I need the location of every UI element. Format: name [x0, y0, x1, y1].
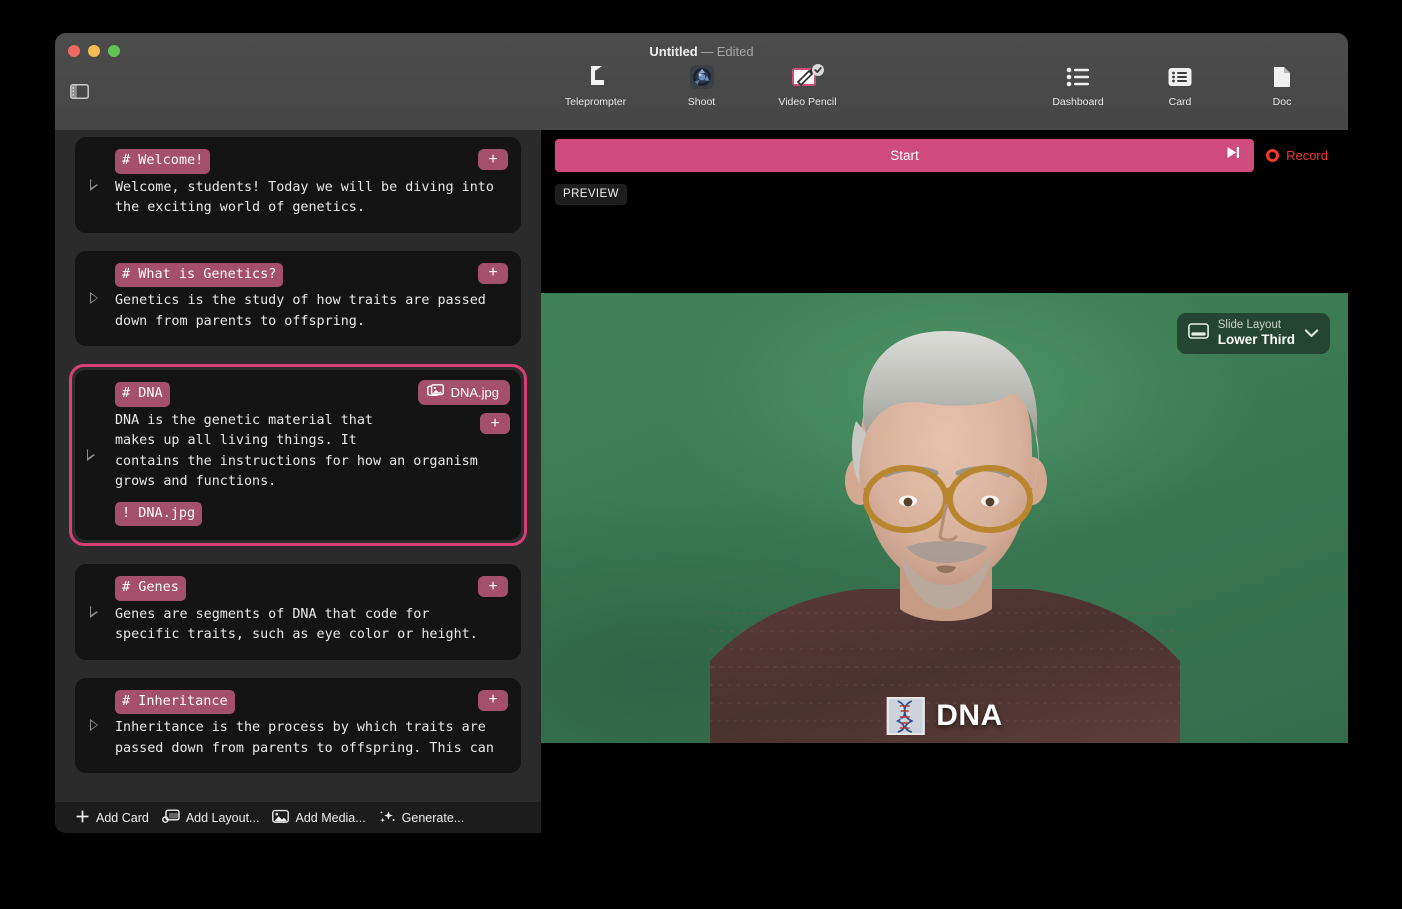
add-element-button[interactable]: +: [478, 576, 508, 597]
card-list-item-selected[interactable]: # DNA DNA is the genetic material that m…: [69, 364, 527, 546]
card-list-item[interactable]: # What is Genetics? Genetics is the stud…: [75, 250, 521, 346]
toolbar-label-card: Card: [1168, 96, 1192, 108]
card-body[interactable]: # Inheritance Inheritance is the process…: [75, 677, 521, 773]
card-heading: # Inheritance: [115, 689, 235, 714]
add-card-button[interactable]: Add Card: [72, 809, 159, 827]
dna-image-thumbnail: [886, 697, 925, 735]
skip-forward-icon: [1226, 146, 1240, 165]
toolbar-label-shoot: Shoot: [687, 96, 716, 108]
generate-label: Generate...: [401, 810, 465, 825]
video-pencil-icon: [791, 63, 825, 91]
add-element-button[interactable]: +: [478, 149, 508, 170]
lower-third-label: DNA: [936, 699, 1003, 732]
dashboard-list-icon: [1066, 63, 1090, 91]
toolbar-label-dashboard: Dashboard: [1052, 96, 1104, 108]
slide-layout-dropdown[interactable]: Slide Layout Lower Third: [1176, 313, 1330, 354]
card-heading: # Welcome!: [115, 149, 211, 174]
toolbar-item-shoot[interactable]: Shoot: [666, 63, 738, 108]
window-title: Untitled — Edited: [55, 44, 1348, 59]
slide-layout-icon: [1187, 323, 1209, 344]
preview-badge: PREVIEW: [555, 184, 627, 205]
window-title-dash: —: [700, 44, 714, 59]
toolbar-label-doc: Doc: [1272, 96, 1292, 108]
card-heading: # DNA: [115, 382, 170, 407]
app-window: Untitled — Edited Teleprompter Shoot Vid…: [55, 33, 1348, 833]
card-heading: # What is Genetics?: [115, 262, 284, 287]
add-element-button[interactable]: +: [478, 262, 508, 284]
slide-layout-text: Slide Layout Lower Third: [1218, 319, 1295, 348]
add-layout-button[interactable]: Add Layout...: [159, 809, 270, 827]
window-title-state: Edited: [716, 44, 754, 59]
add-media-label: Add Media...: [295, 810, 366, 825]
card-heading: # Genes: [115, 576, 186, 601]
window-title-name: Untitled: [649, 44, 698, 59]
card-text: DNA is the genetic material that makes u…: [115, 412, 478, 490]
script-card-panel: # Welcome! Welcome, students! Today we w…: [55, 130, 541, 833]
doc-icon: [1273, 63, 1291, 91]
card-icon: [1168, 63, 1192, 91]
toolbar-item-doc[interactable]: Doc: [1246, 63, 1318, 108]
toolbar-item-card[interactable]: Card: [1144, 63, 1216, 108]
record-button[interactable]: Record: [1266, 148, 1342, 163]
card-list-item[interactable]: # Inheritance Inheritance is the process…: [75, 677, 521, 773]
add-layout-label: Add Layout...: [185, 810, 260, 825]
plus-icon: [75, 809, 90, 827]
toolbar-label-teleprompter: Teleprompter: [564, 96, 627, 108]
toolbar-item-dashboard[interactable]: Dashboard: [1042, 63, 1114, 108]
toolbar-right-group: Dashboard Card Doc: [1042, 63, 1318, 108]
add-element-button[interactable]: +: [478, 689, 508, 711]
card-body[interactable]: # DNA DNA is the genetic material that m…: [75, 370, 521, 540]
card-media-badge[interactable]: DNA.jpg: [417, 380, 510, 405]
add-element-button[interactable]: +: [480, 413, 510, 434]
card-body[interactable]: # Genes Genes are segments of DNA that c…: [75, 564, 521, 660]
card-text: Genetics is the study of how traits are …: [115, 293, 486, 329]
start-button-label: Start: [890, 147, 919, 163]
card-media-badge-label: DNA.jpg: [450, 385, 499, 400]
play-card-button[interactable]: [87, 449, 95, 461]
chevron-down-icon: [1304, 325, 1319, 343]
layout-icon: [161, 809, 180, 827]
record-dot-icon: [1266, 148, 1280, 162]
preview-panel: Start Record PREVIEW Slide Layout Lower …: [541, 130, 1348, 833]
card-list-item[interactable]: # Genes Genes are segments of DNA that c…: [75, 564, 521, 660]
card-list-item[interactable]: # Welcome! Welcome, students! Today we w…: [75, 137, 521, 233]
play-card-button[interactable]: [90, 605, 98, 618]
card-body[interactable]: # Welcome! Welcome, students! Today we w…: [75, 137, 521, 233]
teleprompter-icon: [582, 63, 610, 91]
presenter-video-subject: [709, 331, 1180, 743]
start-button[interactable]: Start: [555, 138, 1255, 172]
slide-layout-title: Slide Layout: [1217, 319, 1282, 332]
generate-button[interactable]: Generate...: [376, 809, 475, 827]
play-card-button[interactable]: [90, 719, 98, 732]
video-preview-frame[interactable]: Slide Layout Lower Third DNA: [541, 293, 1348, 743]
card-list[interactable]: # Welcome! Welcome, students! Today we w…: [55, 130, 541, 802]
toolbar-item-teleprompter[interactable]: Teleprompter: [560, 63, 632, 108]
add-media-button[interactable]: Add Media...: [269, 809, 375, 827]
card-text: Welcome, students! Today we will be divi…: [115, 179, 494, 216]
card-media-tag: ! DNA.jpg: [115, 501, 203, 526]
camera-shoot-icon: [689, 63, 715, 91]
window-titlebar: Untitled — Edited Teleprompter Shoot Vid…: [55, 33, 1348, 130]
card-panel-bottom-toolbar: Add Card Add Layout... Add Media... Gene…: [55, 802, 541, 833]
slide-layout-value: Lower Third: [1217, 332, 1295, 348]
record-button-label: Record: [1286, 147, 1328, 163]
add-card-label: Add Card: [96, 810, 149, 825]
toolbar-item-video-pencil[interactable]: Video Pencil: [772, 63, 844, 108]
play-card-button[interactable]: [90, 178, 98, 191]
window-body: # Welcome! Welcome, students! Today we w…: [55, 130, 1348, 833]
media-image-icon: [272, 809, 290, 827]
lower-third-overlay: DNA: [886, 697, 1003, 735]
card-text: Inheritance is the process by which trai…: [115, 720, 494, 756]
card-body[interactable]: # What is Genetics? Genetics is the stud…: [75, 250, 521, 346]
card-text: Genes are segments of DNA that code for …: [115, 606, 478, 643]
sparkles-icon: [379, 809, 396, 827]
preview-control-row: Start Record: [541, 130, 1348, 180]
toolbar-label-video-pencil: Video Pencil: [778, 96, 837, 108]
media-image-icon: [426, 384, 444, 401]
play-card-button[interactable]: [90, 292, 98, 305]
